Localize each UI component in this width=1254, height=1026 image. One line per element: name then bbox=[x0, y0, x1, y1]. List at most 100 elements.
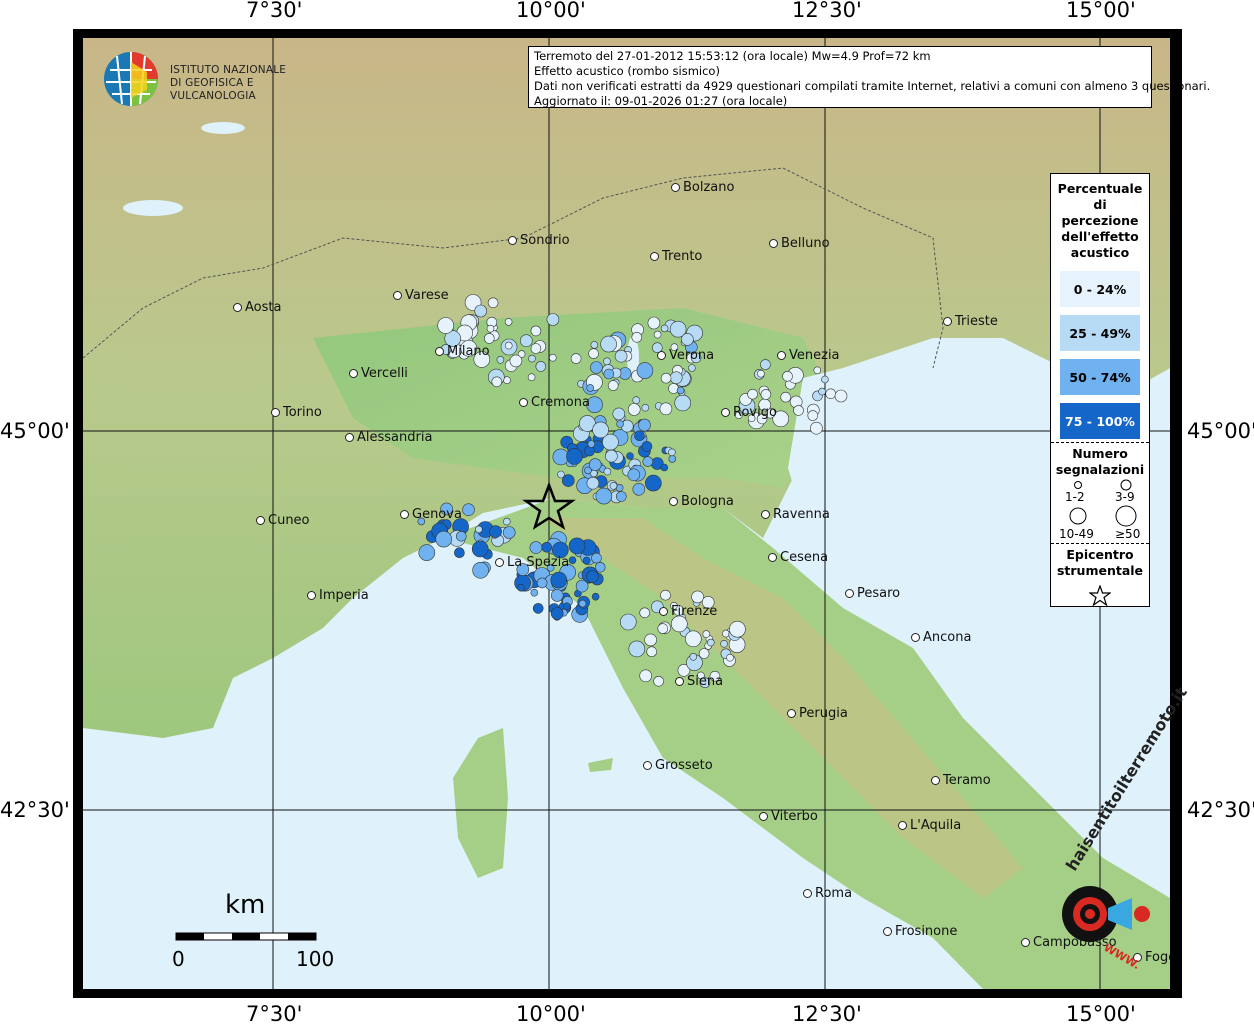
intensity-point bbox=[591, 552, 602, 564]
lon-label-bottom-4: 15°00' bbox=[1066, 1002, 1136, 1026]
intensity-point bbox=[504, 318, 513, 326]
intensity-point bbox=[454, 547, 465, 559]
intensity-point bbox=[592, 421, 609, 439]
lat-label-left-1: 45°00' bbox=[0, 419, 70, 443]
legend: Percentuale di percezione dell'effetto a… bbox=[1050, 173, 1150, 607]
size-label-2: 3-9 bbox=[1115, 490, 1135, 504]
city-roma: Roma bbox=[803, 886, 852, 901]
scale-bar: km 0 100 bbox=[170, 890, 334, 971]
intensity-point bbox=[562, 602, 571, 611]
city-frosinone: Frosinone bbox=[883, 924, 957, 939]
intensity-point bbox=[668, 455, 677, 463]
lat-label-right-2: 42°30' bbox=[1187, 798, 1254, 822]
intensity-point bbox=[504, 341, 513, 350]
city-sondrio: Sondrio bbox=[508, 233, 570, 248]
intensity-point bbox=[435, 530, 453, 548]
intensity-point bbox=[586, 384, 595, 392]
intensity-point bbox=[487, 297, 499, 309]
intensity-point bbox=[509, 354, 523, 368]
intensity-point bbox=[603, 357, 611, 366]
intensity-point bbox=[502, 526, 516, 539]
intensity-point bbox=[660, 463, 669, 472]
event-info-box: Terremoto del 27-01-2012 15:53:12 (ora l… bbox=[528, 46, 1211, 108]
city-siena: Siena bbox=[675, 674, 723, 689]
intensity-point bbox=[548, 353, 557, 362]
intensity-point bbox=[437, 317, 455, 334]
intensity-point bbox=[550, 589, 564, 602]
intensity-point bbox=[636, 362, 654, 379]
city-genova: Genova bbox=[400, 507, 462, 522]
effect-line: Effetto acustico (rombo sismico) bbox=[534, 64, 720, 78]
city-bolzano: Bolzano bbox=[671, 180, 734, 195]
size-label-3: 10-49 bbox=[1059, 527, 1094, 541]
intensity-point bbox=[627, 403, 641, 416]
city-ancona: Ancona bbox=[911, 630, 971, 645]
intensity-point bbox=[591, 592, 600, 601]
lat-label-left-2: 42°30' bbox=[0, 798, 70, 822]
intensity-point bbox=[471, 540, 489, 558]
intensity-point bbox=[631, 331, 643, 343]
intensity-point bbox=[647, 316, 661, 330]
intensity-point bbox=[834, 389, 848, 403]
intensity-point bbox=[546, 313, 560, 326]
intensity-point bbox=[616, 420, 624, 428]
intensity-point bbox=[568, 556, 577, 565]
intensity-point bbox=[722, 629, 730, 638]
intensity-point bbox=[550, 571, 568, 589]
intensity-point bbox=[584, 445, 595, 457]
intensity-point bbox=[483, 333, 495, 344]
intensity-point bbox=[628, 640, 646, 658]
lon-label-top-2: 10°00' bbox=[516, 0, 586, 22]
intensity-point bbox=[590, 361, 603, 374]
intensity-point bbox=[641, 441, 653, 452]
intensity-point bbox=[653, 330, 662, 339]
intensity-point bbox=[706, 638, 715, 647]
intensity-point bbox=[532, 603, 544, 614]
city-belluno: Belluno bbox=[769, 236, 830, 251]
intensity-point bbox=[619, 613, 637, 631]
city-trieste: Trieste bbox=[943, 314, 998, 329]
intensity-point bbox=[517, 583, 525, 592]
size-label-4: ≥50 bbox=[1115, 527, 1141, 541]
city-trento: Trento bbox=[650, 249, 702, 264]
intensity-point bbox=[586, 476, 600, 490]
intensity-point bbox=[660, 589, 671, 601]
city-torino: Torino bbox=[271, 405, 322, 420]
intensity-point bbox=[780, 391, 792, 403]
intensity-point bbox=[821, 375, 829, 384]
haisentito-badge[interactable]: haisentitoilterremoto.it WWW. bbox=[1032, 684, 1191, 978]
terrain-layer bbox=[83, 38, 1170, 989]
intensity-point bbox=[595, 487, 613, 505]
intensity-point bbox=[528, 354, 536, 363]
intensity-point bbox=[810, 421, 823, 435]
city-ravenna: Ravenna bbox=[761, 507, 830, 522]
intensity-point bbox=[641, 403, 650, 412]
intensity-point bbox=[455, 530, 467, 542]
intensity-point bbox=[729, 620, 746, 638]
intensity-point bbox=[612, 407, 626, 421]
star-icon bbox=[1088, 584, 1112, 607]
scale-start: 0 bbox=[172, 947, 185, 971]
intensity-point bbox=[689, 652, 698, 661]
lon-label-bottom-3: 12°30' bbox=[792, 1002, 862, 1026]
intensity-point bbox=[530, 343, 542, 354]
logo-line2: DI GEOFISICA E VULCANOLOGIA bbox=[170, 77, 256, 102]
intensity-point bbox=[642, 456, 654, 467]
lon-label-top-3: 12°30' bbox=[792, 0, 862, 22]
intensity-point bbox=[702, 630, 711, 638]
intensity-point bbox=[698, 648, 710, 659]
data-line: Dati non verificati estratti da 4929 que… bbox=[534, 79, 1211, 93]
city-aosta: Aosta bbox=[233, 300, 281, 315]
city-cesena: Cesena bbox=[768, 550, 828, 565]
intensity-point bbox=[681, 333, 694, 346]
intensity-point bbox=[668, 383, 679, 394]
intensity-point bbox=[807, 410, 819, 421]
logo-line1: ISTITUTO NAZIONALE bbox=[170, 64, 287, 76]
intensity-point bbox=[660, 324, 669, 333]
intensity-point bbox=[726, 653, 734, 662]
legend-divider-2 bbox=[1051, 543, 1149, 544]
city-la-spezia: La Spezia bbox=[495, 555, 569, 570]
city-alessandria: Alessandria bbox=[345, 430, 432, 445]
city-pesaro: Pesaro bbox=[845, 586, 900, 601]
map-area[interactable]: Bolzano Sondrio Trento Belluno Aosta Var… bbox=[83, 38, 1170, 989]
